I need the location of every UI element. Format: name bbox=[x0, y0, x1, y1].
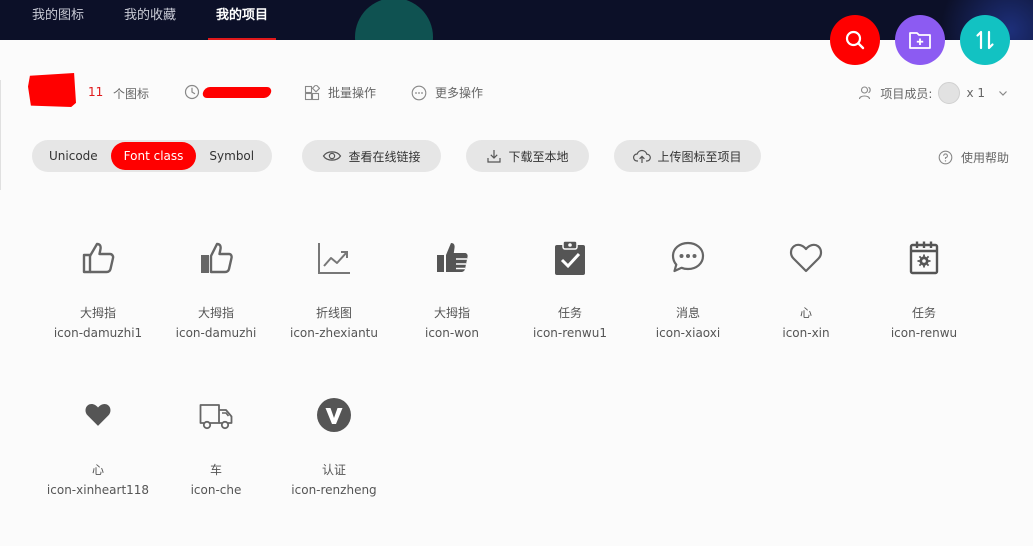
icon-class: icon-renzheng bbox=[291, 483, 377, 497]
tab-my-icons[interactable]: 我的图标 bbox=[32, 0, 84, 40]
icon-class: icon-won bbox=[425, 326, 479, 340]
project-members[interactable]: 项目成员: x 1 bbox=[858, 82, 1009, 104]
members-label: 项目成员: bbox=[880, 86, 933, 101]
icon-card[interactable]: 认证 icon-renzheng bbox=[275, 397, 393, 517]
batch-operation-label: 批量操作 bbox=[328, 86, 377, 100]
icon-name: 大拇指 bbox=[79, 306, 116, 320]
heart-outline-icon bbox=[788, 240, 824, 276]
icon-name: 任务 bbox=[557, 306, 582, 320]
icon-name: 心 bbox=[799, 306, 812, 320]
users-icon bbox=[859, 86, 872, 100]
icon-card[interactable]: 消息 icon-xiaoxi bbox=[629, 240, 747, 360]
icon-name: 认证 bbox=[321, 463, 346, 477]
view-online-link-label: 查看在线链接 bbox=[348, 149, 421, 164]
icon-card[interactable]: 心 icon-xinheart118 bbox=[39, 397, 157, 517]
icon-class: icon-damuzhi bbox=[175, 326, 257, 340]
truck-icon bbox=[198, 397, 234, 433]
avatar bbox=[938, 82, 961, 104]
download-icon bbox=[487, 150, 502, 163]
clock-icon bbox=[184, 84, 200, 104]
question-circle-icon bbox=[938, 150, 953, 165]
download-button[interactable]: 下载至本地 bbox=[466, 140, 589, 172]
icon-count: 11 bbox=[88, 85, 104, 99]
icon-card[interactable]: 大拇指 icon-damuzhi1 bbox=[39, 240, 157, 360]
chat-bubble-icon bbox=[670, 240, 706, 276]
timestamp-redacted bbox=[201, 87, 273, 98]
cloud-upload-icon bbox=[633, 149, 652, 163]
icon-card[interactable]: 任务 icon-renwu1 bbox=[511, 240, 629, 360]
line-chart-icon bbox=[316, 240, 352, 276]
verified-v-icon bbox=[316, 397, 352, 433]
format-symbol[interactable]: Symbol bbox=[196, 142, 267, 170]
icon-count-label: 个图标 bbox=[113, 87, 150, 101]
icon-card[interactable]: 任务 icon-renwu bbox=[865, 240, 983, 360]
upload-icons-label: 上传图标至项目 bbox=[657, 149, 742, 164]
format-selector: Unicode Font class Symbol bbox=[32, 140, 272, 172]
batch-operation-button[interactable]: 批量操作 bbox=[304, 84, 376, 101]
members-count: x 1 bbox=[966, 86, 985, 100]
icon-class: icon-xin bbox=[782, 326, 830, 340]
thumbs-up-half-icon bbox=[198, 240, 234, 276]
icon-card[interactable]: 大拇指 icon-damuzhi bbox=[157, 240, 275, 360]
icon-name: 消息 bbox=[675, 306, 700, 320]
icon-name: 任务 bbox=[911, 306, 936, 320]
thumbs-up-solid-icon bbox=[434, 240, 470, 276]
format-unicode[interactable]: Unicode bbox=[36, 142, 111, 170]
icon-class: icon-xiaoxi bbox=[655, 326, 721, 340]
search-icon bbox=[845, 30, 865, 50]
heart-solid-icon bbox=[80, 397, 116, 433]
icon-class: icon-damuzhi1 bbox=[53, 326, 143, 340]
icon-name: 大拇指 bbox=[197, 306, 234, 320]
tab-my-projects[interactable]: 我的项目 bbox=[207, 0, 277, 40]
project-name-redacted bbox=[28, 73, 76, 107]
icon-card[interactable]: 车 icon-che bbox=[157, 397, 275, 517]
folder-plus-icon bbox=[909, 32, 931, 49]
divider bbox=[0, 80, 1, 190]
eye-icon bbox=[323, 151, 342, 161]
more-operations-label: 更多操作 bbox=[435, 86, 484, 100]
sort-arrows-icon bbox=[976, 30, 994, 50]
clipboard-check-icon bbox=[552, 240, 588, 276]
icon-name: 大拇指 bbox=[433, 306, 470, 320]
icon-card[interactable]: 大拇指 icon-won bbox=[393, 240, 511, 360]
thumbs-up-outline-icon bbox=[80, 240, 116, 276]
icon-class: icon-che bbox=[190, 483, 242, 497]
tab-my-favorites[interactable]: 我的收藏 bbox=[124, 0, 176, 40]
icon-class: icon-renwu bbox=[890, 326, 958, 340]
format-font-class[interactable]: Font class bbox=[110, 142, 197, 170]
calendar-gear-icon bbox=[906, 240, 942, 276]
icon-card[interactable]: 心 icon-xin bbox=[747, 240, 865, 360]
icon-class: icon-xinheart118 bbox=[46, 483, 150, 497]
grid-icon bbox=[304, 84, 320, 100]
icon-class: icon-renwu1 bbox=[533, 326, 607, 340]
icon-name: 车 bbox=[209, 463, 222, 477]
help-link[interactable]: 使用帮助 bbox=[938, 149, 1009, 166]
add-folder-button[interactable] bbox=[895, 15, 945, 65]
upload-icons-button[interactable]: 上传图标至项目 bbox=[614, 140, 761, 172]
decorative-glow bbox=[355, 0, 433, 40]
chevron-down-icon[interactable] bbox=[997, 87, 1009, 99]
icon-name: 心 bbox=[91, 463, 104, 477]
icon-class: icon-zhexiantu bbox=[290, 326, 378, 340]
icon-card[interactable]: 折线图 icon-zhexiantu bbox=[275, 240, 393, 360]
search-button[interactable] bbox=[830, 15, 880, 65]
help-label: 使用帮助 bbox=[960, 151, 1009, 165]
more-dots-icon bbox=[411, 85, 427, 100]
download-label: 下载至本地 bbox=[508, 149, 569, 164]
sort-button[interactable] bbox=[960, 15, 1010, 65]
icon-name: 折线图 bbox=[315, 306, 352, 320]
view-online-link-button[interactable]: 查看在线链接 bbox=[302, 140, 441, 172]
more-operations-button[interactable]: 更多操作 bbox=[411, 84, 483, 101]
